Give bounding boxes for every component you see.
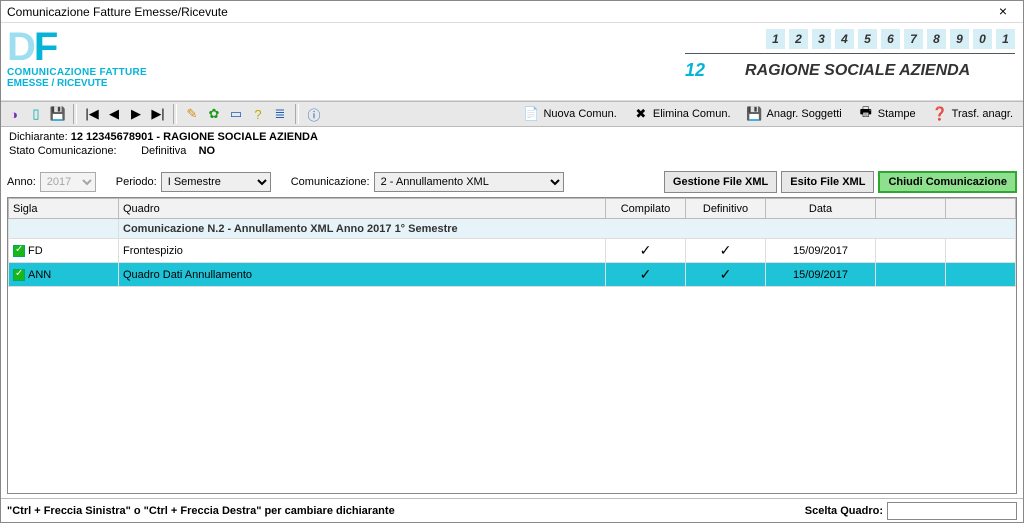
digit-strip: 1 2 3 4 5 6 7 8 9 0 1 xyxy=(685,29,1015,49)
header-company: 12 RAGIONE SOCIALE AZIENDA xyxy=(685,60,1015,81)
elimina-comunicazione-button[interactable]: ✖Elimina Comun. xyxy=(626,103,738,125)
status-ok-icon xyxy=(13,269,25,281)
periodo-label: Periodo: xyxy=(116,176,157,188)
app-header: DF COMUNICAZIONE FATTURE EMESSE / RICEVU… xyxy=(1,23,1023,101)
toolbar-separator xyxy=(295,104,299,124)
grid-row[interactable]: ANN Quadro Dati Annullamento ✓ ✓ 15/09/2… xyxy=(9,263,1016,287)
header-right: 1 2 3 4 5 6 7 8 9 0 1 12 RAGIONE SOCIALE… xyxy=(685,29,1015,81)
check-icon: ✓ xyxy=(720,266,732,282)
label: Stampe xyxy=(878,108,916,120)
definitiva-label: Definitiva xyxy=(141,145,186,157)
anno-select[interactable]: 2017 xyxy=(40,172,96,192)
check-icon: ✓ xyxy=(640,242,652,258)
data-value: 15/09/2017 xyxy=(766,263,876,287)
digit: 5 xyxy=(858,29,877,49)
quadro-name: Quadro Dati Annullamento xyxy=(119,263,606,287)
periodo-select[interactable]: I Semestre xyxy=(161,172,271,192)
label: Anagr. Soggetti xyxy=(767,108,842,120)
col-definitivo[interactable]: Definitivo xyxy=(686,199,766,219)
title-bar: Comunicazione Fatture Emesse/Ricevute × xyxy=(1,1,1023,23)
scelta-quadro-input[interactable] xyxy=(887,502,1017,520)
scelta-quadro-label: Scelta Quadro: xyxy=(805,505,883,517)
check-icon: ✓ xyxy=(720,242,732,258)
col-empty xyxy=(946,199,1016,219)
nav-next-icon[interactable]: ▶ xyxy=(126,104,146,124)
toolbar-book-icon[interactable]: ▯ xyxy=(26,104,46,124)
logo-subtitle-1: COMUNICAZIONE FATTURE xyxy=(7,67,147,78)
grid-section-row: Comunicazione N.2 - Annullamento XML Ann… xyxy=(9,219,1016,239)
label: Trasf. anagr. xyxy=(952,108,1013,120)
trasf-anagr-button[interactable]: ❓Trasf. anagr. xyxy=(925,103,1020,125)
digit: 2 xyxy=(789,29,808,49)
gestione-file-xml-button[interactable]: Gestione File XML xyxy=(664,171,777,193)
nav-prev-icon[interactable]: ◀ xyxy=(104,104,124,124)
toolbar-separator xyxy=(173,104,177,124)
dichiarante-label: Dichiarante: xyxy=(9,131,68,143)
digit: 8 xyxy=(927,29,946,49)
nav-last-icon[interactable]: ▶| xyxy=(148,104,168,124)
digit: 4 xyxy=(835,29,854,49)
toolbar-help-icon[interactable]: ? xyxy=(248,104,268,124)
toolbar-edit-icon[interactable]: ✎ xyxy=(182,104,202,124)
anno-label: Anno: xyxy=(7,176,36,188)
toolbar-list-icon[interactable]: ≣ xyxy=(270,104,290,124)
digit: 1 xyxy=(996,29,1015,49)
section-title: Comunicazione N.2 - Annullamento XML Ann… xyxy=(119,219,1016,239)
toolbar-card-icon[interactable]: ▭ xyxy=(226,104,246,124)
filters-bar: Anno: 2017 Periodo: I Semestre Comunicaz… xyxy=(1,169,1023,195)
header-number: 12 xyxy=(685,60,705,81)
digit: 9 xyxy=(950,29,969,49)
label: Nuova Comun. xyxy=(543,108,616,120)
logo-letters: DF xyxy=(7,27,147,67)
toolbar-separator xyxy=(73,104,77,124)
grid-row[interactable]: FD Frontespizio ✓ ✓ 15/09/2017 xyxy=(9,239,1016,263)
status-bar: "Ctrl + Freccia Sinistra" o "Ctrl + Frec… xyxy=(1,498,1023,522)
col-compilato[interactable]: Compilato xyxy=(606,199,686,219)
toolbar-save-icon[interactable]: 💾 xyxy=(48,104,68,124)
keyboard-hint: "Ctrl + Freccia Sinistra" o "Ctrl + Frec… xyxy=(7,505,805,517)
esito-file-xml-button[interactable]: Esito File XML xyxy=(781,171,874,193)
app-window: Comunicazione Fatture Emesse/Ricevute × … xyxy=(0,0,1024,523)
digit: 0 xyxy=(973,29,992,49)
digit: 6 xyxy=(881,29,900,49)
comunicazione-label: Comunicazione: xyxy=(291,176,370,188)
stampe-button[interactable]: 🖶Stampe xyxy=(851,103,923,125)
close-button[interactable]: × xyxy=(989,3,1017,21)
logo-subtitle-2: EMESSE / RICEVUTE xyxy=(7,78,147,89)
digit: 3 xyxy=(812,29,831,49)
window-title: Comunicazione Fatture Emesse/Ricevute xyxy=(7,5,989,19)
logo: DF COMUNICAZIONE FATTURE EMESSE / RICEVU… xyxy=(1,23,153,100)
digit: 1 xyxy=(766,29,785,49)
stato-label: Stato Comunicazione: xyxy=(9,145,117,157)
data-value: 15/09/2017 xyxy=(766,239,876,263)
status-ok-icon xyxy=(13,245,25,257)
col-quadro[interactable]: Quadro xyxy=(119,199,606,219)
nuova-comunicazione-button[interactable]: 📄Nuova Comun. xyxy=(516,103,623,125)
sigla: ANN xyxy=(28,269,51,281)
toolbar-palette-icon[interactable]: ✿ xyxy=(204,104,224,124)
col-data[interactable]: Data xyxy=(766,199,876,219)
dichiarante-panel: Dichiarante: 12 12345678901 - RAGIONE SO… xyxy=(1,127,1023,169)
quadro-name: Frontespizio xyxy=(119,239,606,263)
col-sigla[interactable]: Sigla xyxy=(9,199,119,219)
company-name: RAGIONE SOCIALE AZIENDA xyxy=(745,62,970,80)
col-empty xyxy=(876,199,946,219)
quadri-grid[interactable]: Sigla Quadro Compilato Definitivo Data C… xyxy=(7,197,1017,494)
digit: 7 xyxy=(904,29,923,49)
chiudi-comunicazione-button[interactable]: Chiudi Comunicazione xyxy=(878,171,1017,193)
sigla: FD xyxy=(28,245,43,257)
anagr-soggetti-button[interactable]: 💾Anagr. Soggetti xyxy=(740,103,849,125)
main-toolbar: ◑ ▯ 💾 |◀ ◀ ▶ ▶| ✎ ✿ ▭ ? ≣ ⓘ 📄Nuova Comun… xyxy=(1,101,1023,127)
nav-first-icon[interactable]: |◀ xyxy=(82,104,102,124)
header-divider xyxy=(685,53,1015,54)
toolbar-refresh-icon[interactable]: ◑ xyxy=(4,104,24,124)
dichiarante-value: 12 12345678901 - RAGIONE SOCIALE AZIENDA xyxy=(71,131,318,143)
comunicazione-select[interactable]: 2 - Annullamento XML xyxy=(374,172,564,192)
grid-header-row: Sigla Quadro Compilato Definitivo Data xyxy=(9,199,1016,219)
check-icon: ✓ xyxy=(640,266,652,282)
label: Elimina Comun. xyxy=(653,108,731,120)
toolbar-info-icon[interactable]: ⓘ xyxy=(304,104,324,124)
definitiva-value: NO xyxy=(199,145,216,157)
